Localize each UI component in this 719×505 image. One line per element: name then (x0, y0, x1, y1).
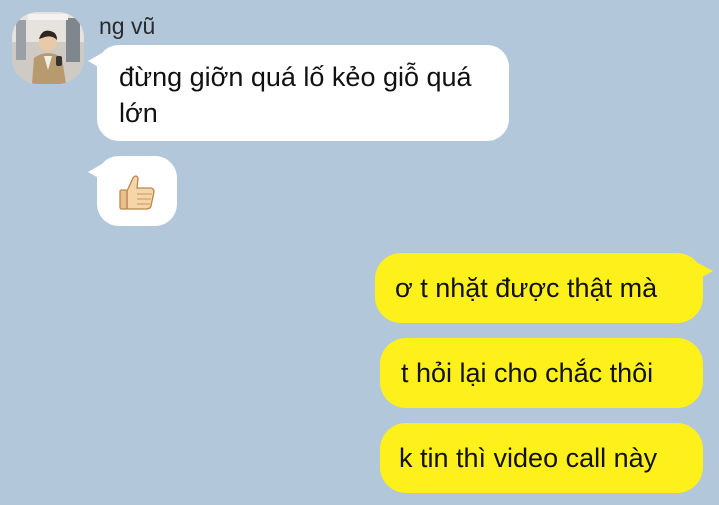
outgoing-message-bubble[interactable]: t hỏi lại cho chắc thôi (380, 338, 703, 408)
thumbs-up-icon (117, 174, 157, 221)
avatar-image (12, 12, 84, 84)
message-text: k tin thì video call này (399, 443, 658, 473)
incoming-message-bubble[interactable]: đừng giỡn quá lố kẻo giỗ quá lớn (88, 45, 509, 141)
message-text: ơ t nhặt được thật mà (395, 273, 658, 303)
incoming-emoji-bubble[interactable] (88, 156, 177, 226)
sender-name: ng vũ (99, 13, 156, 39)
message-text: đừng giỡn quá lố kẻo giỗ quá lớn (119, 62, 472, 128)
message-text: t hỏi lại cho chắc thôi (401, 358, 654, 388)
outgoing-message-bubble[interactable]: ơ t nhặt được thật mà (375, 253, 713, 323)
outgoing-message-bubble[interactable]: k tin thì video call này (380, 423, 703, 493)
sender-avatar[interactable] (12, 12, 84, 84)
